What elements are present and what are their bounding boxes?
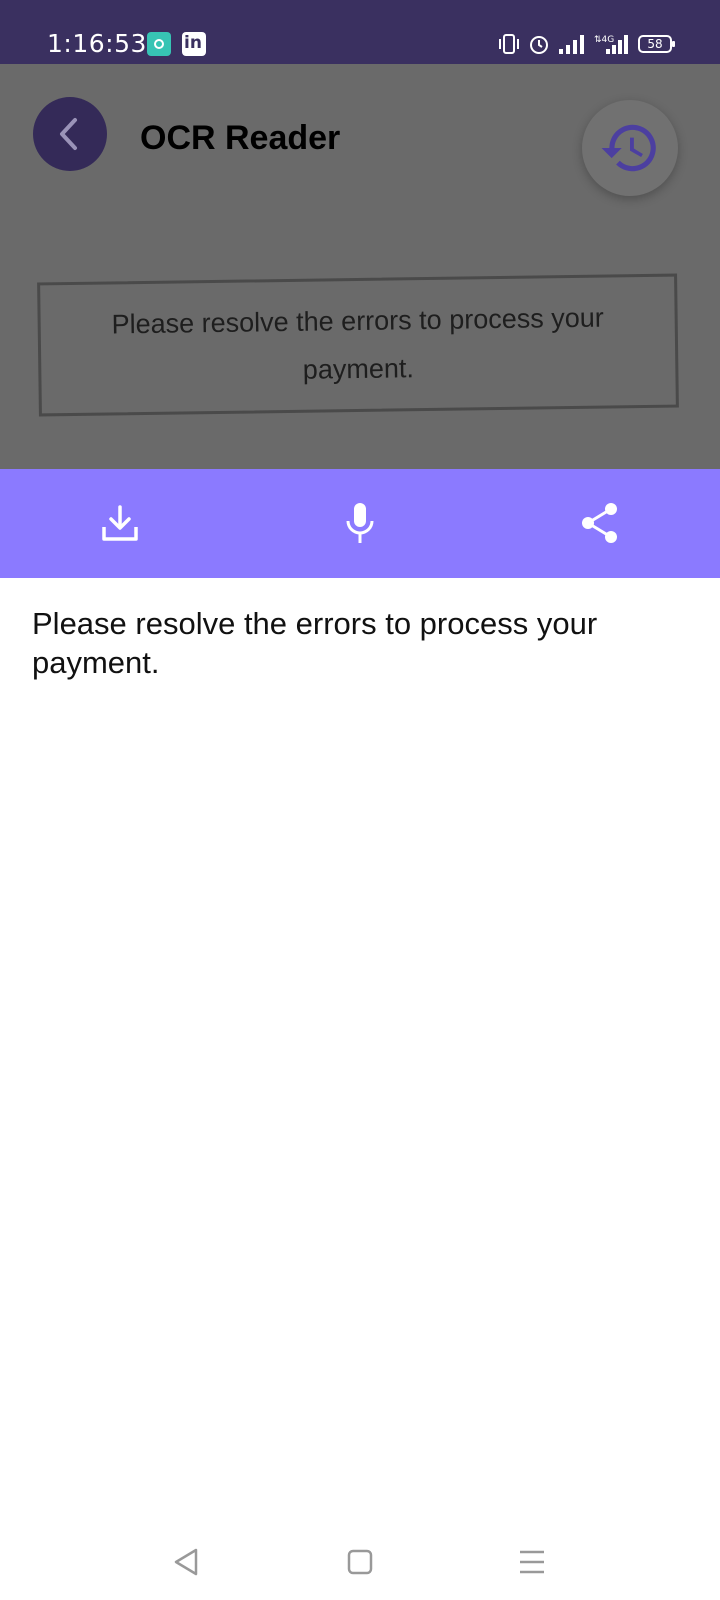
- share-button[interactable]: [568, 491, 632, 555]
- preview-area: OCR Reader Please resolve the errors to …: [0, 64, 720, 469]
- alarm-icon: [530, 36, 548, 54]
- menu-icon: [520, 1550, 544, 1574]
- vibrate-icon: [499, 34, 519, 54]
- square-home-icon: [347, 1549, 373, 1575]
- chevron-left-icon: [60, 118, 77, 150]
- history-button[interactable]: [582, 100, 678, 196]
- signal-icon: [559, 35, 584, 54]
- status-time: 1:16:53: [47, 29, 147, 58]
- triangle-back-icon: [174, 1548, 198, 1576]
- system-icons: ⇅4G 58: [498, 32, 675, 56]
- microphone-icon: [346, 503, 374, 543]
- linkedin-icon: in: [182, 32, 206, 56]
- 4g-signal-icon: ⇅4G: [594, 35, 628, 54]
- download-icon: [102, 505, 138, 541]
- share-icon: [582, 503, 617, 543]
- scanned-image-frame: Please resolve the errors to process you…: [37, 273, 679, 417]
- battery-icon: 58: [638, 35, 675, 53]
- back-button[interactable]: [33, 97, 107, 171]
- navigation-bar: [0, 1520, 720, 1600]
- page-title: OCR Reader: [140, 119, 341, 157]
- notification-app-icon: [147, 32, 171, 56]
- recognized-text[interactable]: Please resolve the errors to process you…: [32, 604, 682, 682]
- history-icon: [601, 124, 656, 172]
- nav-back-button[interactable]: [166, 1542, 206, 1582]
- scanned-image-text: Please resolve the errors to process you…: [111, 302, 604, 385]
- nav-home-button[interactable]: [340, 1542, 380, 1582]
- action-toolbar: [0, 469, 720, 578]
- speak-button[interactable]: [328, 491, 392, 555]
- status-bar: 1:16:53 in ⇅4G 58: [0, 0, 720, 64]
- nav-recents-button[interactable]: [512, 1542, 552, 1582]
- svg-text:⇅4G: ⇅4G: [594, 35, 614, 45]
- download-button[interactable]: [88, 491, 152, 555]
